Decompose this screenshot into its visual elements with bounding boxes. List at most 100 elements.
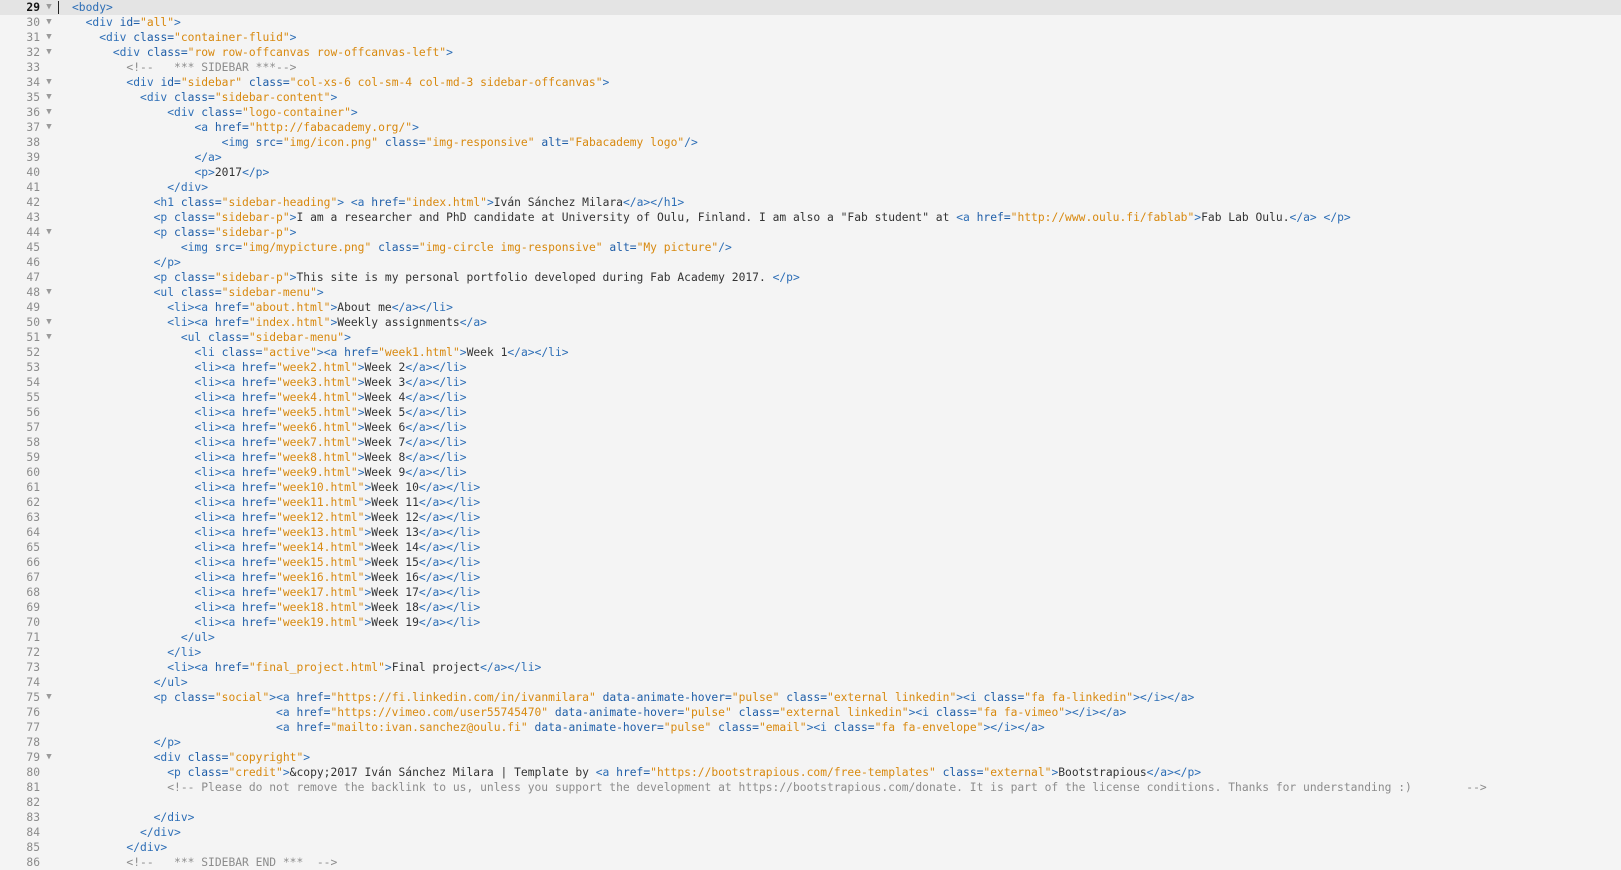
code-line[interactable]: 74 </ul> [0,675,1621,690]
fold-arrow-icon[interactable]: ▼ [44,285,54,300]
code-line[interactable]: 54 <li><a href="week3.html">Week 3</a></… [0,375,1621,390]
code-token: </a></li> [418,556,481,569]
code-token: class= [174,691,215,704]
code-line[interactable]: 79 ▼ <div class="copyright"> [0,750,1621,765]
line-number: 86 [26,856,40,869]
line-gutter: 79 ▼ [0,750,58,765]
code-line[interactable]: 62 <li><a href="week11.html">Week 11</a>… [0,495,1621,510]
code-line[interactable]: 43 <p class="sidebar-p">I am a researche… [0,210,1621,225]
code-line[interactable]: 53 <li><a href="week2.html">Week 2</a></… [0,360,1621,375]
code-line[interactable]: 61 <li><a href="week10.html">Week 10</a>… [0,480,1621,495]
code-token: ><a [269,691,297,704]
code-line[interactable]: 72 </li> [0,645,1621,660]
line-gutter: 29 ▼ [0,0,58,15]
line-gutter: 66 [0,555,58,570]
fold-arrow-icon[interactable]: ▼ [44,690,54,705]
code-line[interactable]: 51 ▼ <ul class="sidebar-menu"> [0,330,1621,345]
code-line[interactable]: 44 ▼ <p class="sidebar-p"> [0,225,1621,240]
code-line[interactable]: 70 <li><a href="week19.html">Week 19</a>… [0,615,1621,630]
code-line[interactable]: 29 ▼ <body> [0,0,1621,15]
fold-arrow-icon[interactable]: ▼ [44,105,54,120]
fold-arrow-icon[interactable]: ▼ [44,225,54,240]
code-line[interactable]: 75 ▼ <p class="social"><a href="https://f… [0,690,1621,705]
line-number: 36 [26,106,40,119]
code-line[interactable]: 71 </ul> [0,630,1621,645]
code-token: </a></li> [405,421,467,434]
code-line[interactable]: 63 <li><a href="week12.html">Week 12</a>… [0,510,1621,525]
code-line[interactable]: 57 <li><a href="week6.html">Week 6</a></… [0,420,1621,435]
code-line[interactable]: 39 </a> [0,150,1621,165]
code-token: href= [242,361,277,374]
code-line[interactable]: 77 <a href="mailto:ivan.sanchez@oulu.fi"… [0,720,1621,735]
code-line[interactable]: 41 </div> [0,180,1621,195]
fold-arrow-icon[interactable]: ▼ [44,90,54,105]
code-token: "index.html" [248,316,331,329]
code-text: <p class="social"><a href="https://fi.li… [72,690,1195,705]
code-line[interactable]: 32 ▼ <div class="row row-offcanvas row-of… [0,45,1621,60]
code-line[interactable]: 48 ▼ <ul class="sidebar-menu"> [0,285,1621,300]
code-line[interactable]: 36 ▼ <div class="logo-container"> [0,105,1621,120]
code-line[interactable]: 86 <!-- *** SIDEBAR END *** --> [0,855,1621,870]
code-line[interactable]: 37 ▼ <a href="http://fabacademy.org/"> [0,120,1621,135]
code-text: <p class="sidebar-p">This site is my per… [72,270,800,285]
code-line[interactable]: 80 <p class="credit">&copy;2017 Iván Sán… [0,765,1621,780]
line-number: 72 [26,646,40,659]
code-line[interactable]: 81 <!-- Please do not remove the backlin… [0,780,1621,795]
fold-arrow-icon[interactable]: ▼ [44,750,54,765]
fold-arrow-icon[interactable]: ▼ [44,0,54,15]
code-line[interactable]: 50 ▼ <li><a href="index.html">Weekly assi… [0,315,1621,330]
line-number: 37 [26,121,40,134]
code-line[interactable]: 42 <h1 class="sidebar-heading"> <a href=… [0,195,1621,210]
fold-arrow-icon[interactable]: ▼ [44,315,54,330]
code-line[interactable]: 33 <!-- *** SIDEBAR ***--> [0,60,1621,75]
code-line[interactable]: 84 </div> [0,825,1621,840]
code-line[interactable]: 59 <li><a href="week8.html">Week 8</a></… [0,450,1621,465]
fold-arrow-icon[interactable]: ▼ [44,120,54,135]
line-gutter: 68 [0,585,58,600]
code-line[interactable]: 83 </div> [0,810,1621,825]
code-line[interactable]: 46 </p> [0,255,1621,270]
code-line[interactable]: 85 </div> [0,840,1621,855]
code-line[interactable]: 60 <li><a href="week9.html">Week 9</a></… [0,465,1621,480]
code-line[interactable]: 82 [0,795,1621,810]
code-line[interactable]: 38 <img src="img/icon.png" class="img-re… [0,135,1621,150]
code-token: Week 3 [364,376,406,389]
line-gutter: 43 [0,210,58,225]
code-line[interactable]: 34 ▼ <div id="sidebar" class="col-xs-6 co… [0,75,1621,90]
code-line[interactable]: 56 <li><a href="week5.html">Week 5</a></… [0,405,1621,420]
code-line[interactable]: 40 <p>2017</p> [0,165,1621,180]
code-line[interactable]: 31 ▼ <div class="container-fluid"> [0,30,1621,45]
code-line[interactable]: 49 <li><a href="about.html">About me</a>… [0,300,1621,315]
code-token: <li><a [194,496,243,509]
fold-arrow-icon[interactable]: ▼ [44,330,54,345]
code-line[interactable]: 69 <li><a href="week18.html">Week 18</a>… [0,600,1621,615]
code-line[interactable]: 73 <li><a href="final_project.html">Fina… [0,660,1621,675]
code-text: <div class="logo-container"> [72,105,357,120]
code-line[interactable]: 65 <li><a href="week14.html">Week 14</a>… [0,540,1621,555]
code-text: <li><a href="week16.html">Week 16</a></l… [72,570,480,585]
code-line[interactable]: 76 <a href="https://vimeo.com/user557454… [0,705,1621,720]
code-line[interactable]: 67 <li><a href="week16.html">Week 16</a>… [0,570,1621,585]
code-line[interactable]: 66 <li><a href="week15.html">Week 15</a>… [0,555,1621,570]
code-token: > [344,331,351,344]
code-line[interactable]: 68 <li><a href="week17.html">Week 17</a>… [0,585,1621,600]
code-token: <li><a [194,421,243,434]
code-line[interactable]: 47 <p class="sidebar-p">This site is my … [0,270,1621,285]
code-line[interactable]: 55 <li><a href="week4.html">Week 4</a></… [0,390,1621,405]
fold-arrow-icon[interactable]: ▼ [44,30,54,45]
code-line[interactable]: 64 <li><a href="week13.html">Week 13</a>… [0,525,1621,540]
line-gutter: 81 [0,780,58,795]
code-line[interactable]: 58 <li><a href="week7.html">Week 7</a></… [0,435,1621,450]
code-line[interactable]: 35 ▼ <div class="sidebar-content"> [0,90,1621,105]
fold-arrow-icon[interactable]: ▼ [44,75,54,90]
code-token: "sidebar-content" [214,91,331,104]
fold-arrow-icon[interactable]: ▼ [44,45,54,60]
code-line[interactable]: 30 ▼ <div id="all"> [0,15,1621,30]
code-editor[interactable]: 29 ▼ <body> 30 ▼ <div id="all"> 31 ▼ <div clas… [0,0,1621,869]
code-token: <body> [72,1,113,14]
code-line[interactable]: 45 <img src="img/mypicture.png" class="i… [0,240,1621,255]
fold-arrow-icon[interactable]: ▼ [44,15,54,30]
code-line[interactable]: 78 </p> [0,735,1621,750]
code-line[interactable]: 52 <li class="active"><a href="week1.htm… [0,345,1621,360]
code-text: <div id="sidebar" class="col-xs-6 col-sm… [72,75,609,90]
